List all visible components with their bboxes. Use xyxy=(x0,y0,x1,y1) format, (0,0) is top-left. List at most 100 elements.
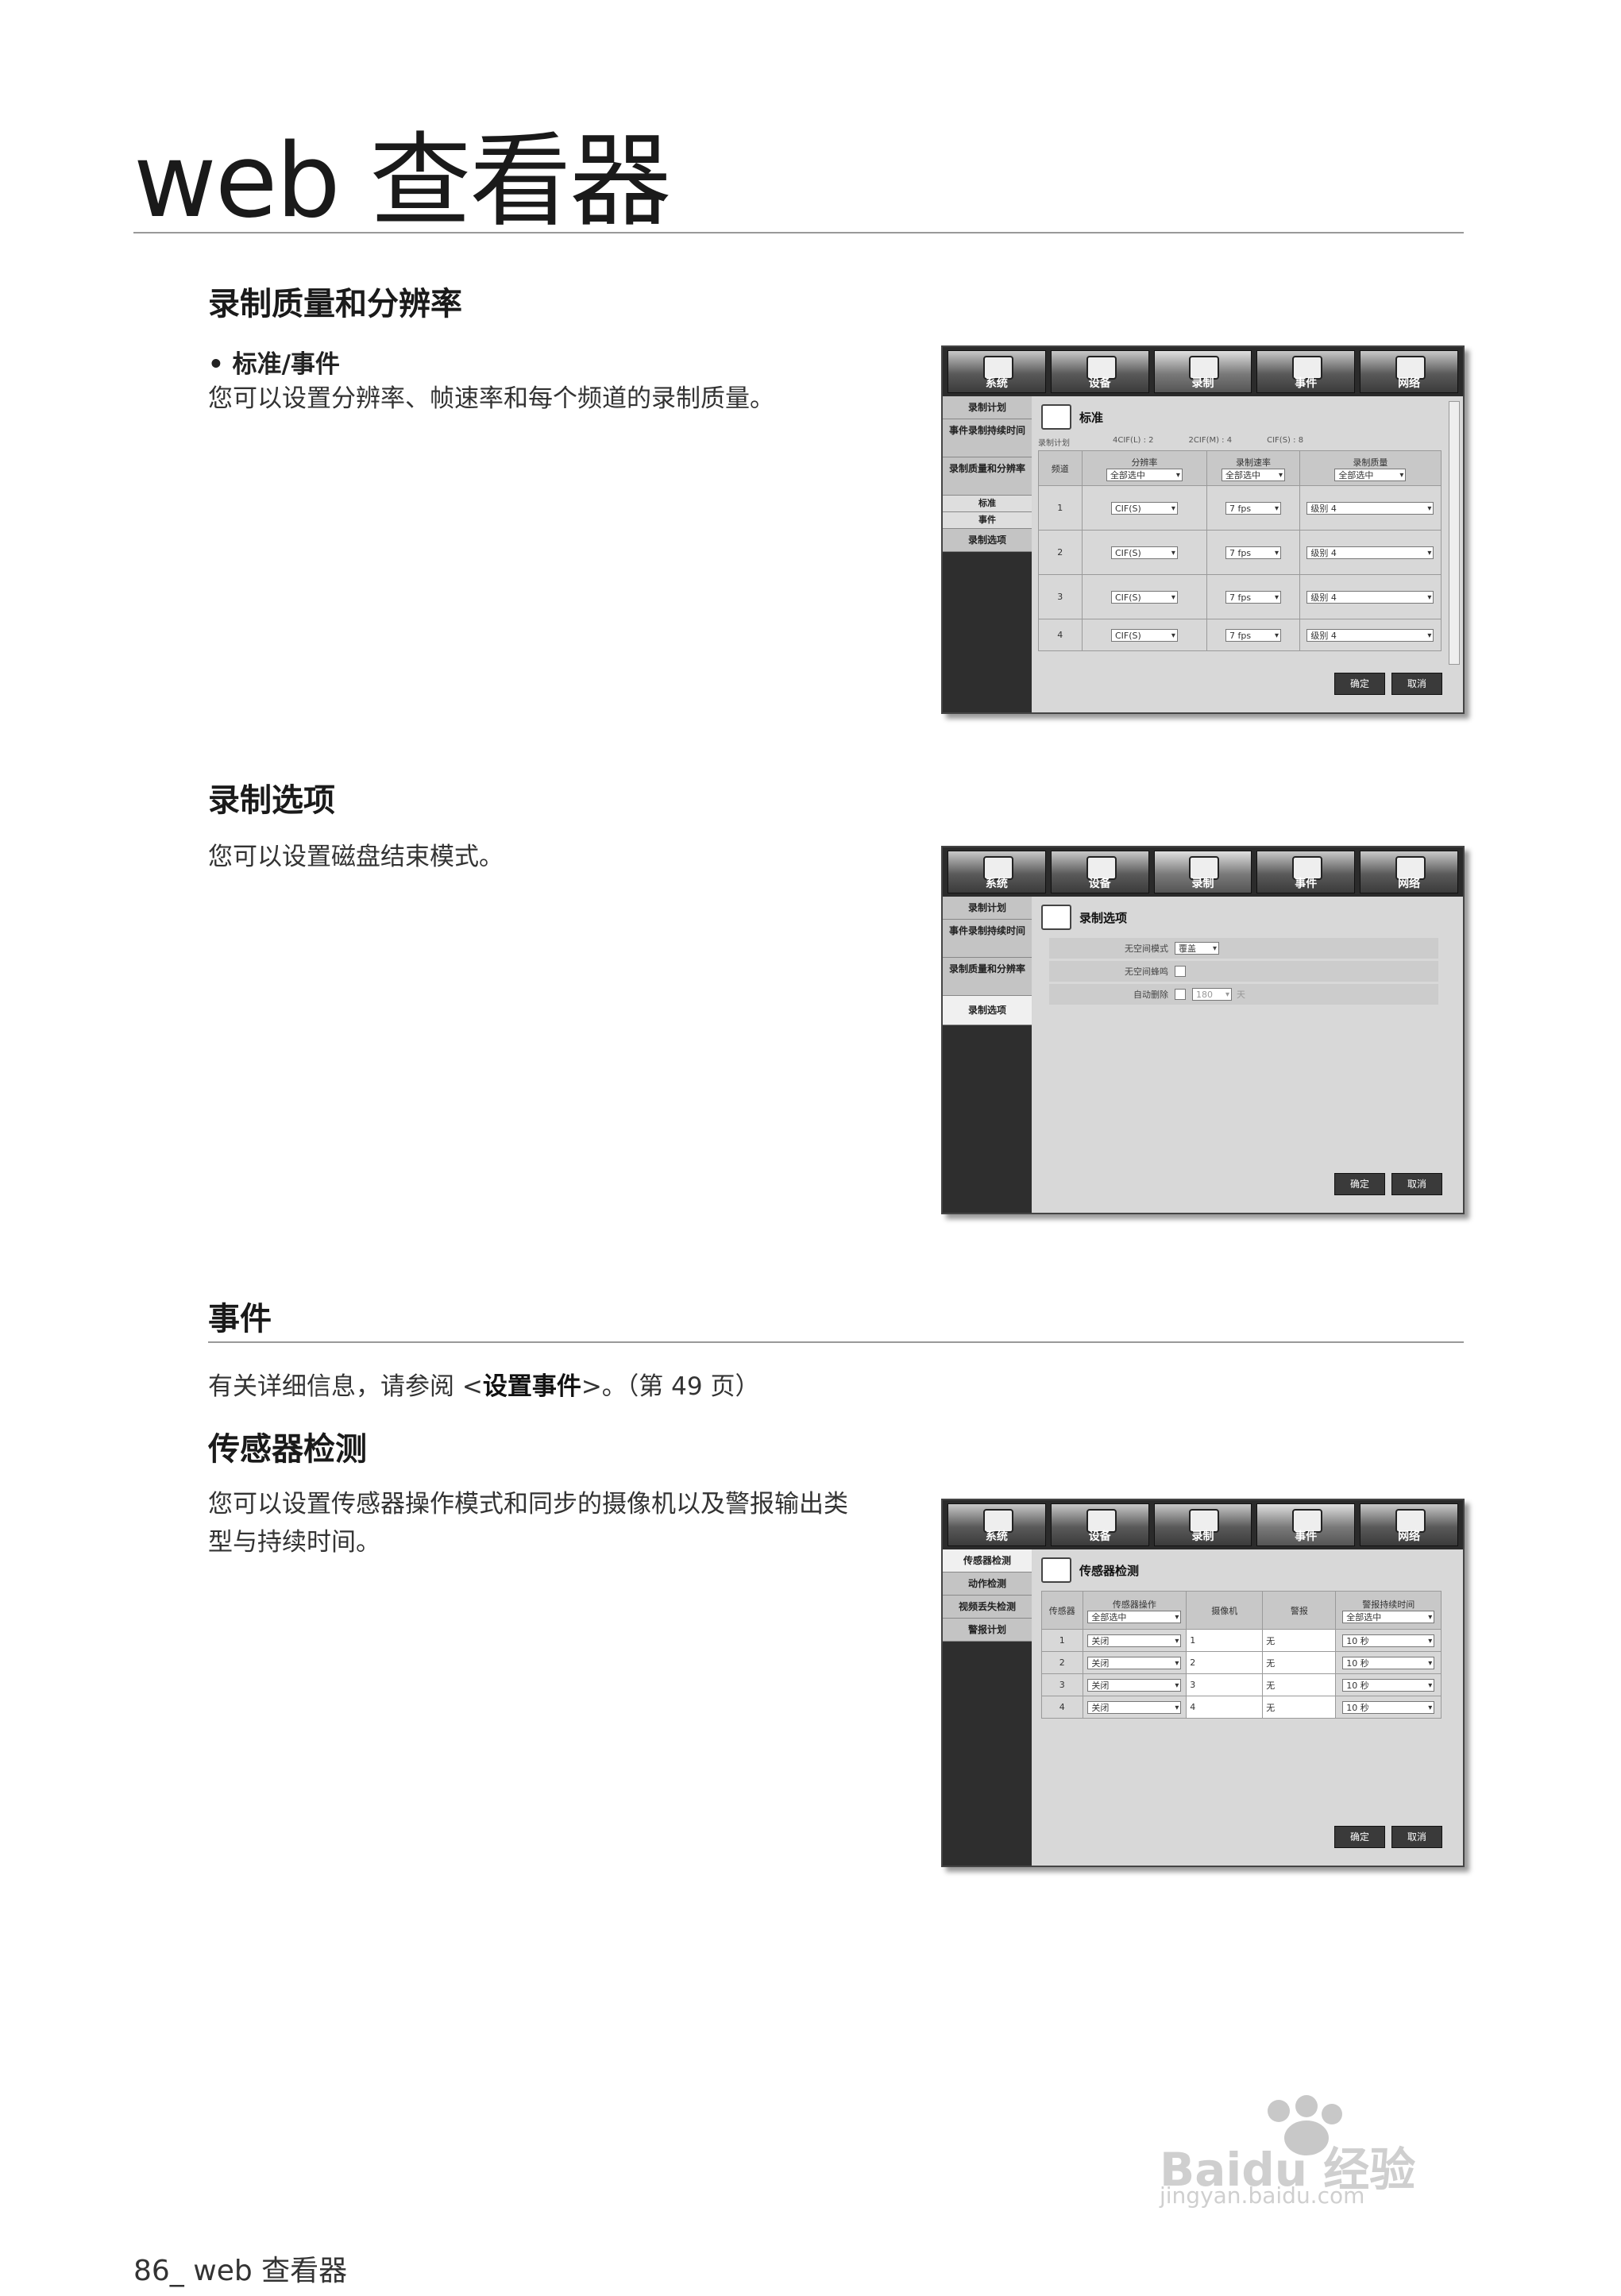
scrollbar[interactable] xyxy=(1449,401,1460,665)
event-link[interactable]: 设置事件 xyxy=(483,1372,581,1401)
operation-select[interactable]: 关闭 xyxy=(1087,1700,1182,1715)
menu-network[interactable]: 网络 xyxy=(1360,851,1458,893)
fps-select[interactable]: 7 fps xyxy=(1225,628,1281,642)
all-quality-select[interactable]: 全部选中 xyxy=(1334,468,1407,482)
sidebar-item-options[interactable]: 录制选项 xyxy=(943,996,1032,1025)
ok-button[interactable]: 确定 xyxy=(1334,1173,1385,1195)
section-heading-sensor: 传感器检测 xyxy=(208,1431,367,1468)
sidebar-item-quality[interactable]: 录制质量和分辨率 xyxy=(943,958,1032,996)
camera-field[interactable]: 2 xyxy=(1186,1651,1264,1674)
menu-record[interactable]: 录制 xyxy=(1153,1503,1252,1546)
sidebar-item-quality[interactable]: 录制质量和分辨率 xyxy=(943,457,1032,496)
screenshot-sensor-detection: 系统 设备 录制 事件 网络 传感器检测 动作检测 视频丢失检测 警报计划 传感… xyxy=(941,1499,1465,1867)
event-description: 有关详细信息，请参阅 <设置事件>。（第 49 页） xyxy=(208,1372,760,1401)
sidebar-subitem-event[interactable]: 事件 xyxy=(943,512,1032,529)
sidebar-item-alarm-schedule[interactable]: 警报计划 xyxy=(943,1619,1032,1642)
duration-select[interactable]: 10 秒 xyxy=(1342,1700,1435,1715)
menu-device[interactable]: 设备 xyxy=(1050,350,1149,393)
sidebar-item-event-duration[interactable]: 事件录制持续时间 xyxy=(943,920,1032,958)
menu-device[interactable]: 设备 xyxy=(1050,851,1149,893)
sidebar-item-sensor[interactable]: 传感器检测 xyxy=(943,1549,1032,1572)
menu-event[interactable]: 事件 xyxy=(1256,851,1356,893)
top-menu-bar: 系统 设备 录制 事件 网络 xyxy=(943,847,1463,897)
sidebar-item-schedule[interactable]: 录制计划 xyxy=(943,396,1032,419)
no-space-beep-checkbox[interactable] xyxy=(1175,966,1186,977)
fps-select[interactable]: 7 fps xyxy=(1225,590,1281,604)
menu-network[interactable]: 网络 xyxy=(1360,350,1458,393)
alarm-field[interactable]: 无 xyxy=(1262,1629,1337,1652)
resolution-select[interactable]: CIF(S) xyxy=(1110,590,1178,604)
panel-icon xyxy=(1041,1557,1071,1583)
menu-network[interactable]: 网络 xyxy=(1360,1503,1458,1546)
all-operation-select[interactable]: 全部选中 xyxy=(1087,1610,1182,1624)
all-fps-select[interactable]: 全部选中 xyxy=(1221,468,1285,482)
sidebar-item-options[interactable]: 录制选项 xyxy=(943,529,1032,552)
menu-system[interactable]: 系统 xyxy=(948,851,1046,893)
alarm-field[interactable]: 无 xyxy=(1262,1696,1337,1719)
section-heading-options: 录制选项 xyxy=(208,782,335,819)
menu-system[interactable]: 系统 xyxy=(948,350,1046,393)
section-heading-quality: 录制质量和分辨率 xyxy=(208,286,462,322)
resolution-select[interactable]: CIF(S) xyxy=(1110,546,1178,560)
camera-field[interactable]: 4 xyxy=(1186,1696,1264,1719)
main-panel: 传感器检测 传感器 传感器操作全部选中 摄像机 警报 警报持续时间全部选中 1 … xyxy=(1033,1549,1463,1866)
all-resolution-select[interactable]: 全部选中 xyxy=(1106,468,1183,482)
baidu-watermark: Baidu 经验 jingyan.baidu.com xyxy=(1144,2089,1541,2209)
menu-system[interactable]: 系统 xyxy=(948,1503,1046,1546)
operation-select[interactable]: 关闭 xyxy=(1087,1678,1182,1692)
fps-select[interactable]: 7 fps xyxy=(1225,501,1281,515)
panel-icon xyxy=(1041,404,1071,430)
alarm-field[interactable]: 无 xyxy=(1262,1651,1337,1674)
top-menu-bar: 系统 设备 录制 事件 网络 xyxy=(943,347,1463,396)
menu-device[interactable]: 设备 xyxy=(1050,1503,1149,1546)
cancel-button[interactable]: 取消 xyxy=(1391,1173,1442,1195)
section-heading-event: 事件 xyxy=(208,1301,272,1337)
quality-select[interactable]: 级别 4 xyxy=(1306,590,1434,604)
menu-record[interactable]: 录制 xyxy=(1153,350,1252,393)
resolution-select[interactable]: CIF(S) xyxy=(1110,501,1178,515)
duration-select[interactable]: 10 秒 xyxy=(1342,1656,1435,1670)
operation-select[interactable]: 关闭 xyxy=(1087,1634,1182,1648)
ok-button[interactable]: 确定 xyxy=(1334,1826,1385,1848)
bullet-standard-event: • 标准/事件 xyxy=(208,350,340,379)
resolution-select[interactable]: CIF(S) xyxy=(1110,628,1178,642)
ok-button[interactable]: 确定 xyxy=(1334,673,1385,695)
table-row: 3 关闭 3 无 10 秒 xyxy=(1041,1673,1442,1696)
camera-field[interactable]: 1 xyxy=(1186,1629,1264,1652)
sidebar: 传感器检测 动作检测 视频丢失检测 警报计划 xyxy=(943,1549,1032,1866)
operation-select[interactable]: 关闭 xyxy=(1087,1656,1182,1670)
page-footer: 86_ web 查看器 xyxy=(133,2255,348,2287)
menu-record[interactable]: 录制 xyxy=(1153,851,1252,893)
duration-select[interactable]: 10 秒 xyxy=(1342,1678,1435,1692)
all-duration-select[interactable]: 全部选中 xyxy=(1342,1610,1435,1624)
sidebar-subitem-standard[interactable]: 标准 xyxy=(943,496,1032,512)
alarm-field[interactable]: 无 xyxy=(1262,1673,1337,1696)
panel-icon xyxy=(1041,905,1071,930)
quality-select[interactable]: 级别 4 xyxy=(1306,628,1434,642)
duration-select[interactable]: 10 秒 xyxy=(1342,1634,1435,1648)
fps-select[interactable]: 7 fps xyxy=(1225,546,1281,560)
camera-field[interactable]: 3 xyxy=(1186,1673,1264,1696)
panel-title: 录制选项 xyxy=(1079,910,1128,925)
menu-event[interactable]: 事件 xyxy=(1256,350,1356,393)
auto-delete-days-select[interactable]: 180 xyxy=(1192,988,1232,1001)
sidebar-item-schedule[interactable]: 录制计划 xyxy=(943,897,1032,920)
no-space-mode-select[interactable]: 覆盖 xyxy=(1175,942,1219,955)
panel-title: 标准 xyxy=(1079,410,1104,425)
table-row: 3 CIF(S) 7 fps 级别 4 xyxy=(1038,574,1442,619)
options-form: 无空间模式 覆盖 无空间蜂鸣 自动删除 180 天 xyxy=(1049,938,1438,1005)
table-row: 1 CIF(S) 7 fps 级别 4 xyxy=(1038,485,1442,531)
cancel-button[interactable]: 取消 xyxy=(1391,673,1442,695)
sidebar-item-video-loss[interactable]: 视频丢失检测 xyxy=(943,1596,1032,1619)
auto-delete-checkbox[interactable] xyxy=(1175,989,1186,1000)
sensor-description-line1: 您可以设置传感器操作模式和同步的摄像机以及警报输出类 xyxy=(208,1490,848,1518)
menu-event[interactable]: 事件 xyxy=(1256,1503,1356,1546)
quality-select[interactable]: 级别 4 xyxy=(1306,501,1434,515)
quality-select[interactable]: 级别 4 xyxy=(1306,546,1434,560)
table-row: 4 CIF(S) 7 fps 级别 4 xyxy=(1038,619,1442,651)
sidebar-item-motion[interactable]: 动作检测 xyxy=(943,1572,1032,1596)
cancel-button[interactable]: 取消 xyxy=(1391,1826,1442,1848)
col-channel: 频道 xyxy=(1038,450,1083,486)
quality-table: 频道 分辨率全部选中 录制速率全部选中 录制质量全部选中 1 CIF(S) 7 … xyxy=(1038,450,1442,651)
sidebar-item-event-duration[interactable]: 事件录制持续时间 xyxy=(943,419,1032,457)
